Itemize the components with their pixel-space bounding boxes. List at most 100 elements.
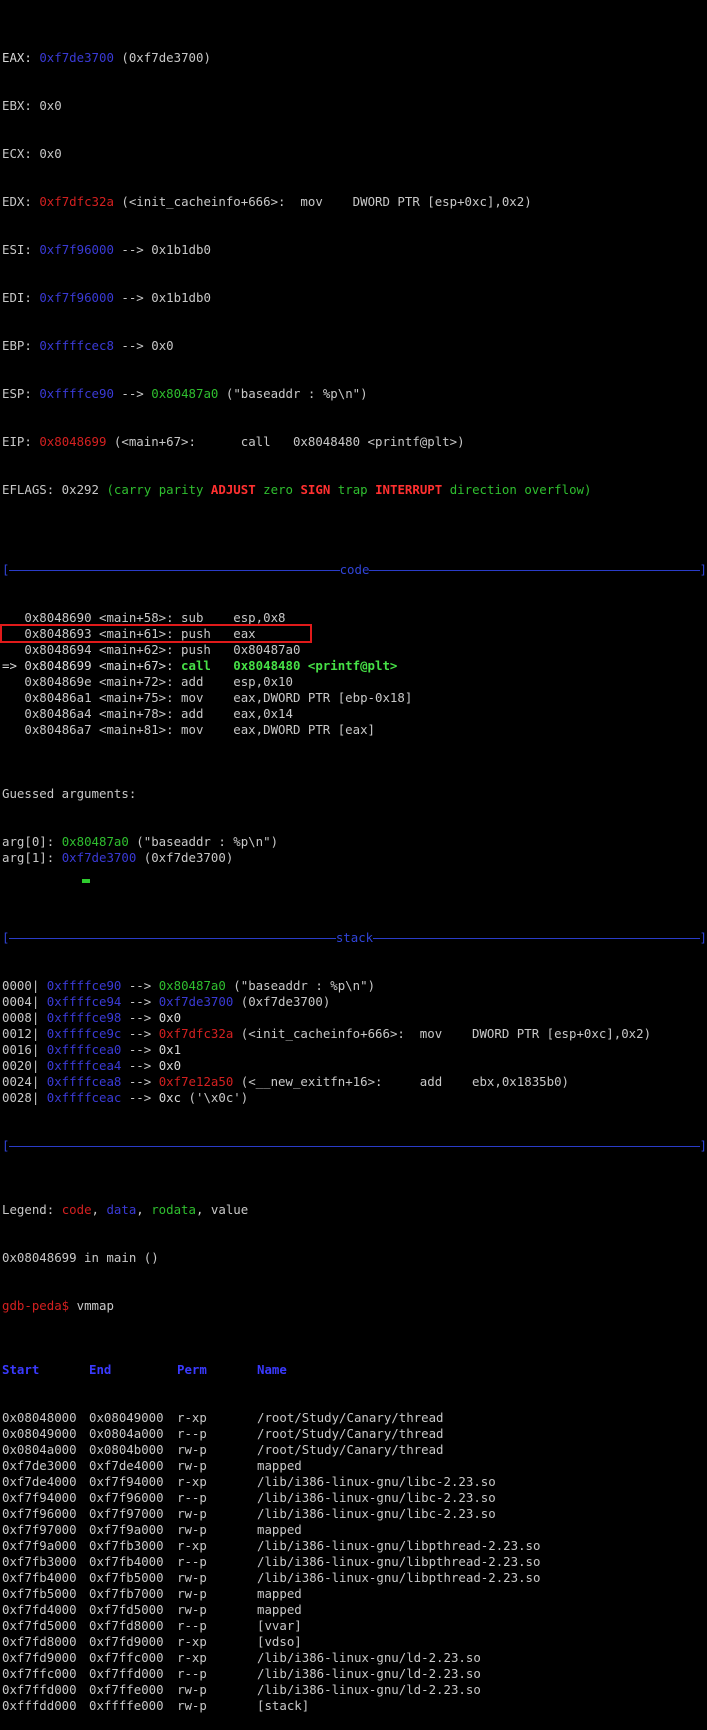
command-prompt[interactable]: gdb-peda$ vmmap xyxy=(2,1298,707,1314)
vmmap-name: mapped xyxy=(257,1602,302,1617)
vmmap-row: 0x08049000 0x0804a000 r--p/root/Study/Cana… xyxy=(2,1426,707,1442)
vmmap-end: 0xf7fb3000 xyxy=(89,1538,164,1553)
vmmap-perm: r-xp xyxy=(177,1538,207,1553)
stack-address: 0xffffce94 xyxy=(46,994,122,1009)
legend-comma: , xyxy=(195,1202,211,1217)
guessed-arg: arg[1]: 0xf7de3700 (0xf7de3700) xyxy=(2,850,707,866)
vmmap-perm: rw-p xyxy=(177,1586,207,1601)
register-edi: EDI: 0xf7f96000 --> 0x1b1db0 xyxy=(2,290,707,306)
arg-value: 0xf7de3700 xyxy=(61,850,137,865)
vmmap-row: 0xf7f9a000 0xf7fb3000 r-xp/lib/i386-linux-… xyxy=(2,1538,707,1554)
vmmap-name: /lib/i386-linux-gnu/libpthread-2.23.so xyxy=(257,1570,541,1585)
eflags-label: EFLAGS: 0x292 xyxy=(2,482,107,497)
vmmap-perm: r--p xyxy=(177,1426,207,1441)
header-end: End xyxy=(89,1362,112,1377)
vmmap-row: 0xf7ffd000 0xf7ffe000 rw-p/lib/i386-linux-… xyxy=(2,1682,707,1698)
vmmap-end: 0xffffe000 xyxy=(89,1698,164,1713)
register-edx: EDX: 0xf7dfc32a (<init_cacheinfo+666>: m… xyxy=(2,194,707,210)
register-value: 0x0 xyxy=(39,98,62,113)
stack-address: 0xffffce98 xyxy=(46,1010,122,1025)
code-line: 0x80486a4 <main+78>: add eax,0x14 xyxy=(2,706,707,722)
stack-offset: 0004| xyxy=(2,994,47,1009)
register-value: 0xffffcec8 xyxy=(39,338,114,353)
stack-row: 0020| 0xffffcea4 --> 0x0 xyxy=(2,1058,707,1074)
vmmap-header: Start End Perm Name xyxy=(2,1362,707,1378)
vmmap-start: 0xfffdd000 xyxy=(2,1698,77,1713)
stack-value: 0x0 xyxy=(158,1058,182,1073)
current-location: 0x08048699 in main () xyxy=(2,1250,159,1265)
eflag: carry xyxy=(113,482,152,497)
stack-offset: 0020| xyxy=(2,1058,47,1073)
vmmap-name: [vdso] xyxy=(257,1634,302,1649)
register-name: EBP: xyxy=(2,338,32,353)
register-name: ESI: xyxy=(2,242,32,257)
vmmap-perm: rw-p xyxy=(177,1570,207,1585)
pointer-arrow: --> xyxy=(121,1074,159,1089)
vmmap-row: 0xf7f96000 0xf7f97000 rw-p/lib/i386-linux-… xyxy=(2,1506,707,1522)
vmmap-perm: rw-p xyxy=(177,1458,207,1473)
vmmap-end: 0xf7f97000 xyxy=(89,1506,164,1521)
register-detail: ("baseaddr : %p\n") xyxy=(225,386,368,401)
vmmap-start: 0x08048000 xyxy=(2,1410,77,1425)
register-name: EDI: xyxy=(2,290,32,305)
code-instruction: add esp,0x10 xyxy=(181,674,293,689)
code-address: 0x8048690 <main+58>: xyxy=(24,610,182,625)
vmmap-end: 0xf7fd9000 xyxy=(89,1634,164,1649)
register-detail: 0x0 xyxy=(151,338,174,353)
vmmap-name: [stack] xyxy=(257,1698,310,1713)
legend-code: code xyxy=(61,1202,92,1217)
vmmap-end: 0xf7f96000 xyxy=(89,1490,164,1505)
register-detail: (<init_cacheinfo+666>: mov DWORD PTR [es… xyxy=(121,194,532,209)
register-pointer: 0x80487a0 xyxy=(151,386,219,401)
code-marker xyxy=(2,690,24,705)
vmmap-start: 0xf7de4000 xyxy=(2,1474,77,1489)
vmmap-name: /lib/i386-linux-gnu/libc-2.23.so xyxy=(257,1474,496,1489)
code-marker xyxy=(2,642,24,657)
arg-label: arg[0]: xyxy=(2,834,62,849)
code-instruction: push eax xyxy=(181,626,256,641)
eflag: trap xyxy=(337,482,368,497)
register-detail: (<main+67>: call 0x8048480 <printf@plt>) xyxy=(113,434,465,449)
vmmap-start: 0xf7fd4000 xyxy=(2,1602,77,1617)
arg-detail: ("baseaddr : %p\n") xyxy=(128,834,279,849)
vmmap-end: 0xf7fb5000 xyxy=(89,1570,164,1585)
code-instruction: call 0x8048480 <printf@plt> xyxy=(181,658,398,673)
register-detail: 0x1b1db0 xyxy=(151,290,211,305)
pointer-arrow: --> xyxy=(121,1042,159,1057)
vmmap-start: 0xf7ffd000 xyxy=(2,1682,77,1697)
code-line: => 0x8048699 <main+67>: call 0x8048480 <… xyxy=(2,658,707,674)
code-marker: => xyxy=(2,658,25,673)
register-name: EIP: xyxy=(2,434,32,449)
code-address: 0x804869e <main+72>: xyxy=(24,674,182,689)
vmmap-start: 0xf7fd5000 xyxy=(2,1618,77,1633)
stack-list: 0000| 0xffffce90 --> 0x80487a0 ("baseadd… xyxy=(2,978,707,1106)
vmmap-end: 0x08049000 xyxy=(89,1410,164,1425)
guessed-arg: arg[0]: 0x80487a0 ("baseaddr : %p\n") xyxy=(2,834,707,850)
command-input[interactable]: vmmap xyxy=(77,1298,114,1313)
eflag: zero xyxy=(263,482,293,497)
register-value: 0xf7f96000 xyxy=(39,290,114,305)
vmmap-start: 0xf7f94000 xyxy=(2,1490,77,1505)
register-ecx: ECX: 0x0 xyxy=(2,146,707,162)
register-value: 0x8048699 xyxy=(39,434,107,449)
register-name: EBX: xyxy=(2,98,32,113)
vmmap-name: /root/Study/Canary/thread xyxy=(257,1410,444,1425)
legend-label: Legend: xyxy=(2,1202,62,1217)
register-value: 0xf7dfc32a xyxy=(39,194,114,209)
register-value: 0xf7f96000 xyxy=(39,242,114,257)
code-instruction: mov eax,DWORD PTR [ebp-0x18] xyxy=(181,690,413,705)
eflags-close: ) xyxy=(584,482,592,497)
pointer-arrow: --> xyxy=(121,386,144,401)
vmmap-end: 0xf7fb7000 xyxy=(89,1586,164,1601)
vmmap-perm: rw-p xyxy=(177,1602,207,1617)
prompt-label: gdb-peda$ xyxy=(2,1298,77,1313)
vmmap-perm: rw-p xyxy=(177,1698,207,1713)
eflag: direction xyxy=(449,482,517,497)
vmmap-end: 0x0804b000 xyxy=(89,1442,164,1457)
vmmap-row: 0xf7fd9000 0xf7ffc000 r-xp/lib/i386-linux-… xyxy=(2,1650,707,1666)
gdb-terminal[interactable]: EAX: 0xf7de3700 (0xf7de3700) EBX: 0x0 EC… xyxy=(2,2,707,1730)
eflags-open: ( xyxy=(106,482,114,497)
vmmap-end: 0xf7de4000 xyxy=(89,1458,164,1473)
legend: Legend: code, data, rodata, value xyxy=(2,1202,707,1218)
legend-data: data xyxy=(106,1202,137,1217)
